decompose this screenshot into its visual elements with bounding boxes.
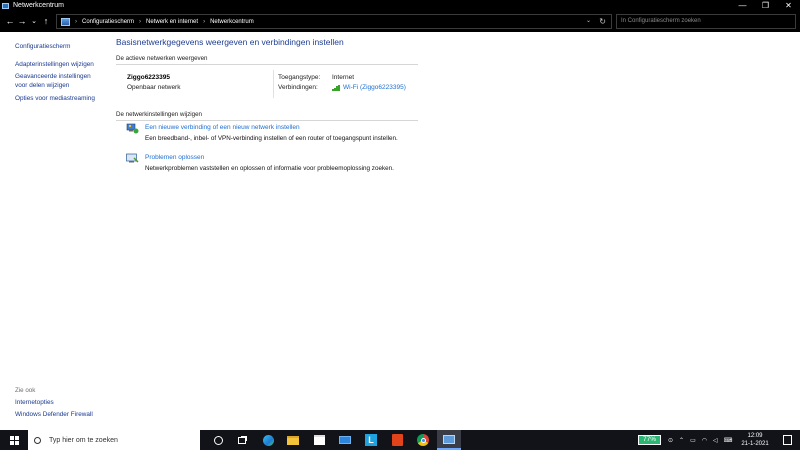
control-panel-taskbar-icon[interactable] (437, 430, 461, 450)
address-row: ← → ⌄ ↑ › Configuratiescherm › Netwerk e… (0, 11, 800, 32)
tray-icons: ⊙ ⌃ ▭ ◠ ◁ ⌨ (668, 430, 732, 450)
clock-date: 21-1-2021 (741, 441, 769, 447)
window-controls: — ❐ ✕ (731, 0, 800, 11)
troubleshoot-icon (126, 153, 139, 163)
breadcrumb-separator: › (203, 18, 206, 25)
access-type-value: Internet (332, 74, 355, 81)
sidebar-item-advanced-sharing-line2[interactable]: voor delen wijzigen (15, 82, 69, 90)
change-settings-heading: De netwerkinstellingen wijzigen (116, 111, 202, 118)
chevron-up-icon[interactable]: ⌃ (679, 437, 684, 444)
section-divider (116, 120, 418, 121)
forward-button[interactable]: → (16, 11, 28, 32)
breadcrumb-separator: › (75, 18, 77, 25)
store-icon[interactable] (307, 430, 331, 450)
content-area: Configuratiescherm Adapterinstellingen w… (0, 32, 800, 430)
page-title: Basisnetwerkgegevens weergeven en verbin… (116, 37, 344, 47)
network-setup-icon (126, 123, 139, 134)
minimize-button[interactable]: — (731, 0, 754, 11)
refresh-icon[interactable]: ↻ (599, 15, 606, 28)
window-title: Netwerkcentrum (13, 2, 64, 9)
new-connection-desc: Een breedband-, inbel- of VPN-verbinding… (145, 135, 398, 142)
sidebar-item-adapter-settings[interactable]: Adapterinstellingen wijzigen (15, 61, 94, 69)
taskbar-search-placeholder: Typ hier om te zoeken (49, 436, 118, 444)
system-clock[interactable]: 12:09 21-1-2021 (738, 432, 772, 448)
taskbar-search-box[interactable]: Typ hier om te zoeken (28, 430, 200, 450)
breadcrumb-control-panel[interactable]: Configuratiescherm (82, 19, 134, 25)
recent-locations-button[interactable]: ⌄ (28, 11, 40, 32)
active-networks-heading: De actieve netwerken weergeven (116, 55, 208, 62)
control-panel-icon (61, 17, 70, 26)
wifi-connection-label: Wi-Fi (Ziggo6223395) (343, 84, 406, 91)
search-input[interactable]: In Configuratiescherm zoeken (616, 14, 796, 29)
title-bar: Netwerkcentrum — ❐ ✕ (0, 0, 800, 11)
sidebar-item-control-panel[interactable]: Configuratiescherm (15, 43, 70, 51)
connections-label: Verbindingen: (278, 84, 318, 91)
sidebar-item-advanced-sharing[interactable]: Geavanceerde instellingen (15, 73, 91, 81)
close-button[interactable]: ✕ (777, 0, 800, 11)
office-icon[interactable] (385, 430, 409, 450)
battery-indicator[interactable]: 77% (638, 435, 661, 445)
maximize-button[interactable]: ❐ (754, 0, 777, 11)
troubleshoot-desc: Netwerkproblemen vaststellen en oplossen… (145, 165, 394, 172)
troubleshoot-link[interactable]: Problemen oplossen (145, 154, 204, 161)
people-icon[interactable]: ⊙ (668, 437, 673, 444)
left-navigation: Configuratiescherm Adapterinstellingen w… (0, 32, 110, 430)
volume-icon[interactable]: ◁ (713, 437, 718, 444)
windows-logo-icon (9, 435, 19, 445)
sidebar-item-media-streaming[interactable]: Opties voor mediastreaming (15, 95, 95, 103)
cortana-icon[interactable] (206, 430, 230, 450)
address-dropdown-icon[interactable]: ⌄ (586, 15, 591, 28)
address-bar[interactable]: › Configuratiescherm › Netwerk en intern… (56, 14, 612, 29)
see-also-label: Zie ook (15, 387, 36, 394)
access-type-label: Toegangstype: (278, 74, 321, 81)
network-name: Ziggo6223395 (127, 74, 170, 81)
wifi-connection-link[interactable]: Wi-Fi (Ziggo6223395) (332, 84, 406, 91)
back-button[interactable]: ← (4, 11, 16, 32)
file-explorer-icon[interactable] (281, 430, 305, 450)
search-icon (34, 436, 41, 444)
breadcrumb-network-center[interactable]: Netwerkcentrum (210, 19, 254, 25)
section-divider (116, 64, 418, 65)
mail-icon[interactable] (333, 430, 357, 450)
input-language-icon[interactable]: ⌨ (724, 437, 733, 444)
vertical-divider (273, 70, 274, 98)
new-connection-link[interactable]: Een nieuwe verbinding of een nieuw netwe… (145, 124, 300, 131)
breadcrumb-separator: › (139, 18, 142, 25)
battery-icon[interactable]: ▭ (690, 437, 696, 444)
network-center-app-icon (2, 2, 9, 9)
network-type-link: Openbaar netwerk (127, 84, 181, 91)
see-also-internet-options[interactable]: Internetopties (15, 399, 54, 407)
see-also-defender-firewall[interactable]: Windows Defender Firewall (15, 411, 93, 419)
edge-icon[interactable] (256, 430, 280, 450)
wifi-icon[interactable]: ◠ (702, 437, 707, 444)
taskbar: Typ hier om te zoeken L 77% ⊙ ⌃ ▭ ◠ ◁ ⌨ … (0, 430, 800, 450)
start-button[interactable] (0, 430, 28, 450)
up-button[interactable]: ↑ (40, 11, 52, 32)
clock-time: 12:09 (747, 433, 763, 439)
breadcrumb-network-internet[interactable]: Netwerk en internet (146, 19, 198, 25)
chrome-icon[interactable] (411, 430, 435, 450)
wifi-signal-icon (332, 84, 340, 91)
task-view-icon[interactable] (230, 430, 254, 450)
action-center-icon[interactable] (783, 435, 792, 445)
l-app-icon[interactable]: L (359, 430, 383, 450)
